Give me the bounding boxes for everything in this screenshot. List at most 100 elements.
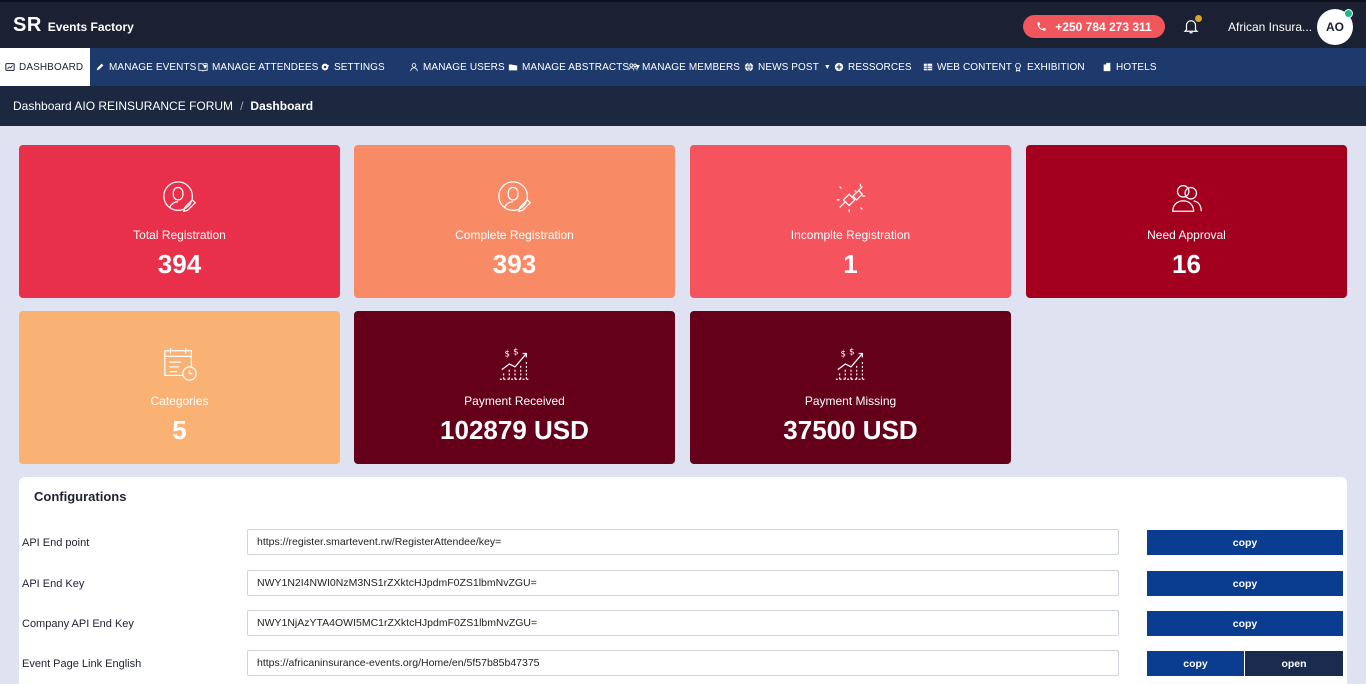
card-label: Total Registration [133,228,226,242]
nav-news-post-label: NEWS POST [758,61,819,73]
svg-text:$: $ [504,349,509,359]
nav-web-content[interactable]: WEB CONTENT [923,48,1012,86]
org-name[interactable]: African Insura... [1228,20,1312,34]
nav-settings-label: SETTINGS [334,61,385,73]
phone-number: +250 784 273 311 [1055,19,1152,34]
nav-hotels-label: HOTELS [1116,61,1157,73]
folder-icon [508,64,518,71]
nav-ressorces-label: RESSORCES [848,61,912,73]
nav-manage-events-label: MANAGE EVENTS [109,61,197,73]
plus-circle-icon [834,62,844,72]
breadcrumb: Dashboard AIO REINSURANCE FORUM / Dashbo… [0,86,1366,126]
card-value: 102879 USD [440,415,589,445]
nav-web-content-label: WEB CONTENT [937,61,1012,73]
copy-company-api-key-button[interactable]: copy [1147,611,1343,636]
card-value: 394 [157,249,202,279]
notification-bell[interactable] [1182,15,1202,37]
svg-text:$: $ [513,348,518,358]
card-need-approval[interactable]: Need Approval 16 [1026,145,1347,298]
avatar[interactable]: AO [1317,9,1353,45]
nav-manage-attendees[interactable]: MANAGE ATTENDEES▼ [198,48,330,86]
card-label: Categories [150,394,209,408]
configurations-panel: Configurations API End point https://reg… [19,477,1347,684]
card-label: Payment Missing [804,394,897,408]
avatar-initials: AO [1326,20,1344,34]
company-api-key-field[interactable]: NWY1NjAzYTA4OWI5MC1rZXktcHJpdmF0ZS1lbmNv… [247,610,1119,636]
nav-manage-attendees-label: MANAGE ATTENDEES [212,61,319,73]
building-icon [1103,62,1111,72]
card-categories[interactable]: Categories 5 [19,311,340,464]
copy-event-link-button[interactable]: copy [1147,651,1244,676]
nav-settings[interactable]: SETTINGS [320,48,385,86]
calendar-clock-icon [163,347,197,381]
nav-exhibition-label: EXHIBITION [1027,61,1085,73]
event-page-link-label: Event Page Link English [22,658,142,670]
card-complete-registration[interactable]: Complete Registration 393 [354,145,675,298]
nav-hotels[interactable]: HOTELS [1102,48,1157,86]
book-icon [198,63,208,72]
money-growth-icon: $ $ [499,348,530,380]
nav-manage-abstracts[interactable]: MANAGE ABSTRACTS ▼ [508,48,641,86]
globe-icon [744,62,754,72]
card-label: Payment Received [464,394,565,408]
configurations-title: Configurations [34,489,127,504]
nav-exhibition[interactable]: EXHIBITION [1013,48,1085,86]
notification-dot [1195,15,1202,22]
nav-dashboard-label: DASHBOARD [19,61,84,73]
card-payment-received[interactable]: $ $ Payment Received 102879 USD [354,311,675,464]
breadcrumb-current: Dashboard [250,99,314,113]
nav-ressorces[interactable]: RESSORCES [834,48,912,86]
main-nav: DASHBOARD MANAGE EVENTS ▼ MANAGE ATTENDEE… [0,48,1366,86]
nav-manage-users[interactable]: MANAGE USERS▼ [409,48,517,86]
card-payment-missing[interactable]: $ $ Payment Missing 37500 USD [690,311,1011,464]
phone-icon [1037,22,1046,31]
card-label: Complete Registration [455,228,574,242]
svg-text:$: $ [840,349,845,359]
svg-text:$: $ [849,348,854,358]
api-endpoint-field[interactable]: https://register.smartevent.rw/RegisterA… [247,529,1119,555]
user-edit-icon [497,181,531,213]
pencil-icon [96,63,104,71]
api-key-field[interactable]: NWY1N2I4NWI0NzM3NS1rZXktcHJpdmF0ZS1lbmNv… [247,570,1119,596]
breadcrumb-separator: / [240,99,244,113]
phone-button[interactable]: +250 784 273 311 [1023,15,1165,38]
api-endpoint-label: API End point [22,537,90,549]
chevron-down-icon: ▼ [823,63,831,71]
nav-manage-users-label: MANAGE USERS [423,61,505,73]
breadcrumb-parent[interactable]: Dashboard AIO REINSURANCE FORUM [13,99,233,113]
card-incomplete-registration[interactable]: Incomplte Registration 1 [690,145,1011,298]
award-icon [1015,62,1021,72]
online-status-dot [1344,9,1353,18]
card-label: Incomplte Registration [790,228,911,242]
users-icon [628,63,638,71]
table-icon [923,63,933,71]
users-icon [1171,185,1202,212]
nav-dashboard[interactable]: DASHBOARD [0,48,90,86]
open-event-link-button[interactable]: open [1245,651,1343,676]
company-api-key-label: Company API End Key [22,618,134,630]
event-page-link-field[interactable]: https://africaninsurance-events.org/Home… [247,650,1119,676]
user-edit-icon [162,181,196,213]
card-value: 16 [1172,249,1201,279]
money-growth-icon: $ $ [835,348,866,380]
card-value: 393 [492,249,537,279]
nav-manage-members-label: MANAGE MEMBERS [642,61,741,73]
nav-manage-events[interactable]: MANAGE EVENTS ▼ [95,48,208,86]
copy-api-key-button[interactable]: copy [1147,571,1343,596]
api-key-label: API End Key [22,578,85,590]
nav-manage-abstracts-label: MANAGE ABSTRACTS [522,61,630,73]
dashboard-icon [5,63,15,71]
app-logo[interactable]: SR Events Factory [13,14,134,37]
user-icon [410,63,418,72]
gear-icon [321,63,329,71]
logo-short: SR [13,14,42,36]
logo-name: Events Factory [47,20,134,34]
card-label: Need Approval [1147,228,1226,242]
card-value: 37500 USD [783,415,918,445]
card-value: 5 [172,415,187,445]
nav-news-post[interactable]: NEWS POST ▼ [744,48,831,86]
card-total-registration[interactable]: Total Registration 394 [19,145,340,298]
copy-api-endpoint-button[interactable]: copy [1147,530,1343,555]
unplugged-icon [836,183,865,213]
nav-manage-members[interactable]: MANAGE MEMBERS▼ [628,48,752,86]
